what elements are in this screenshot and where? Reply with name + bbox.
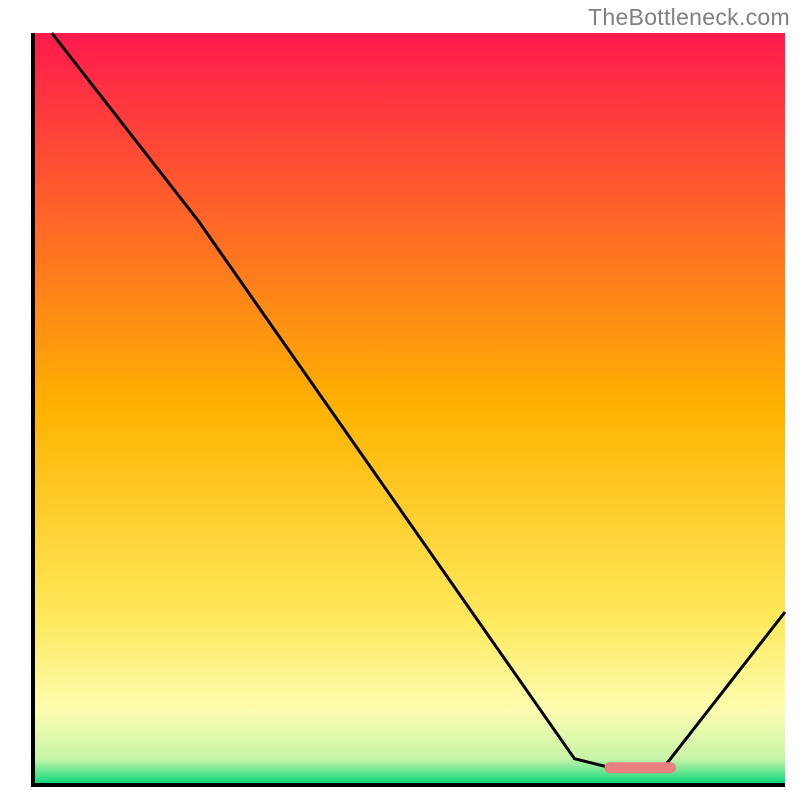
optimal-range-marker: [605, 762, 676, 773]
watermark-text: TheBottleneck.com: [588, 4, 790, 31]
bottleneck-chart: [0, 0, 800, 800]
plot-background: [33, 33, 785, 785]
